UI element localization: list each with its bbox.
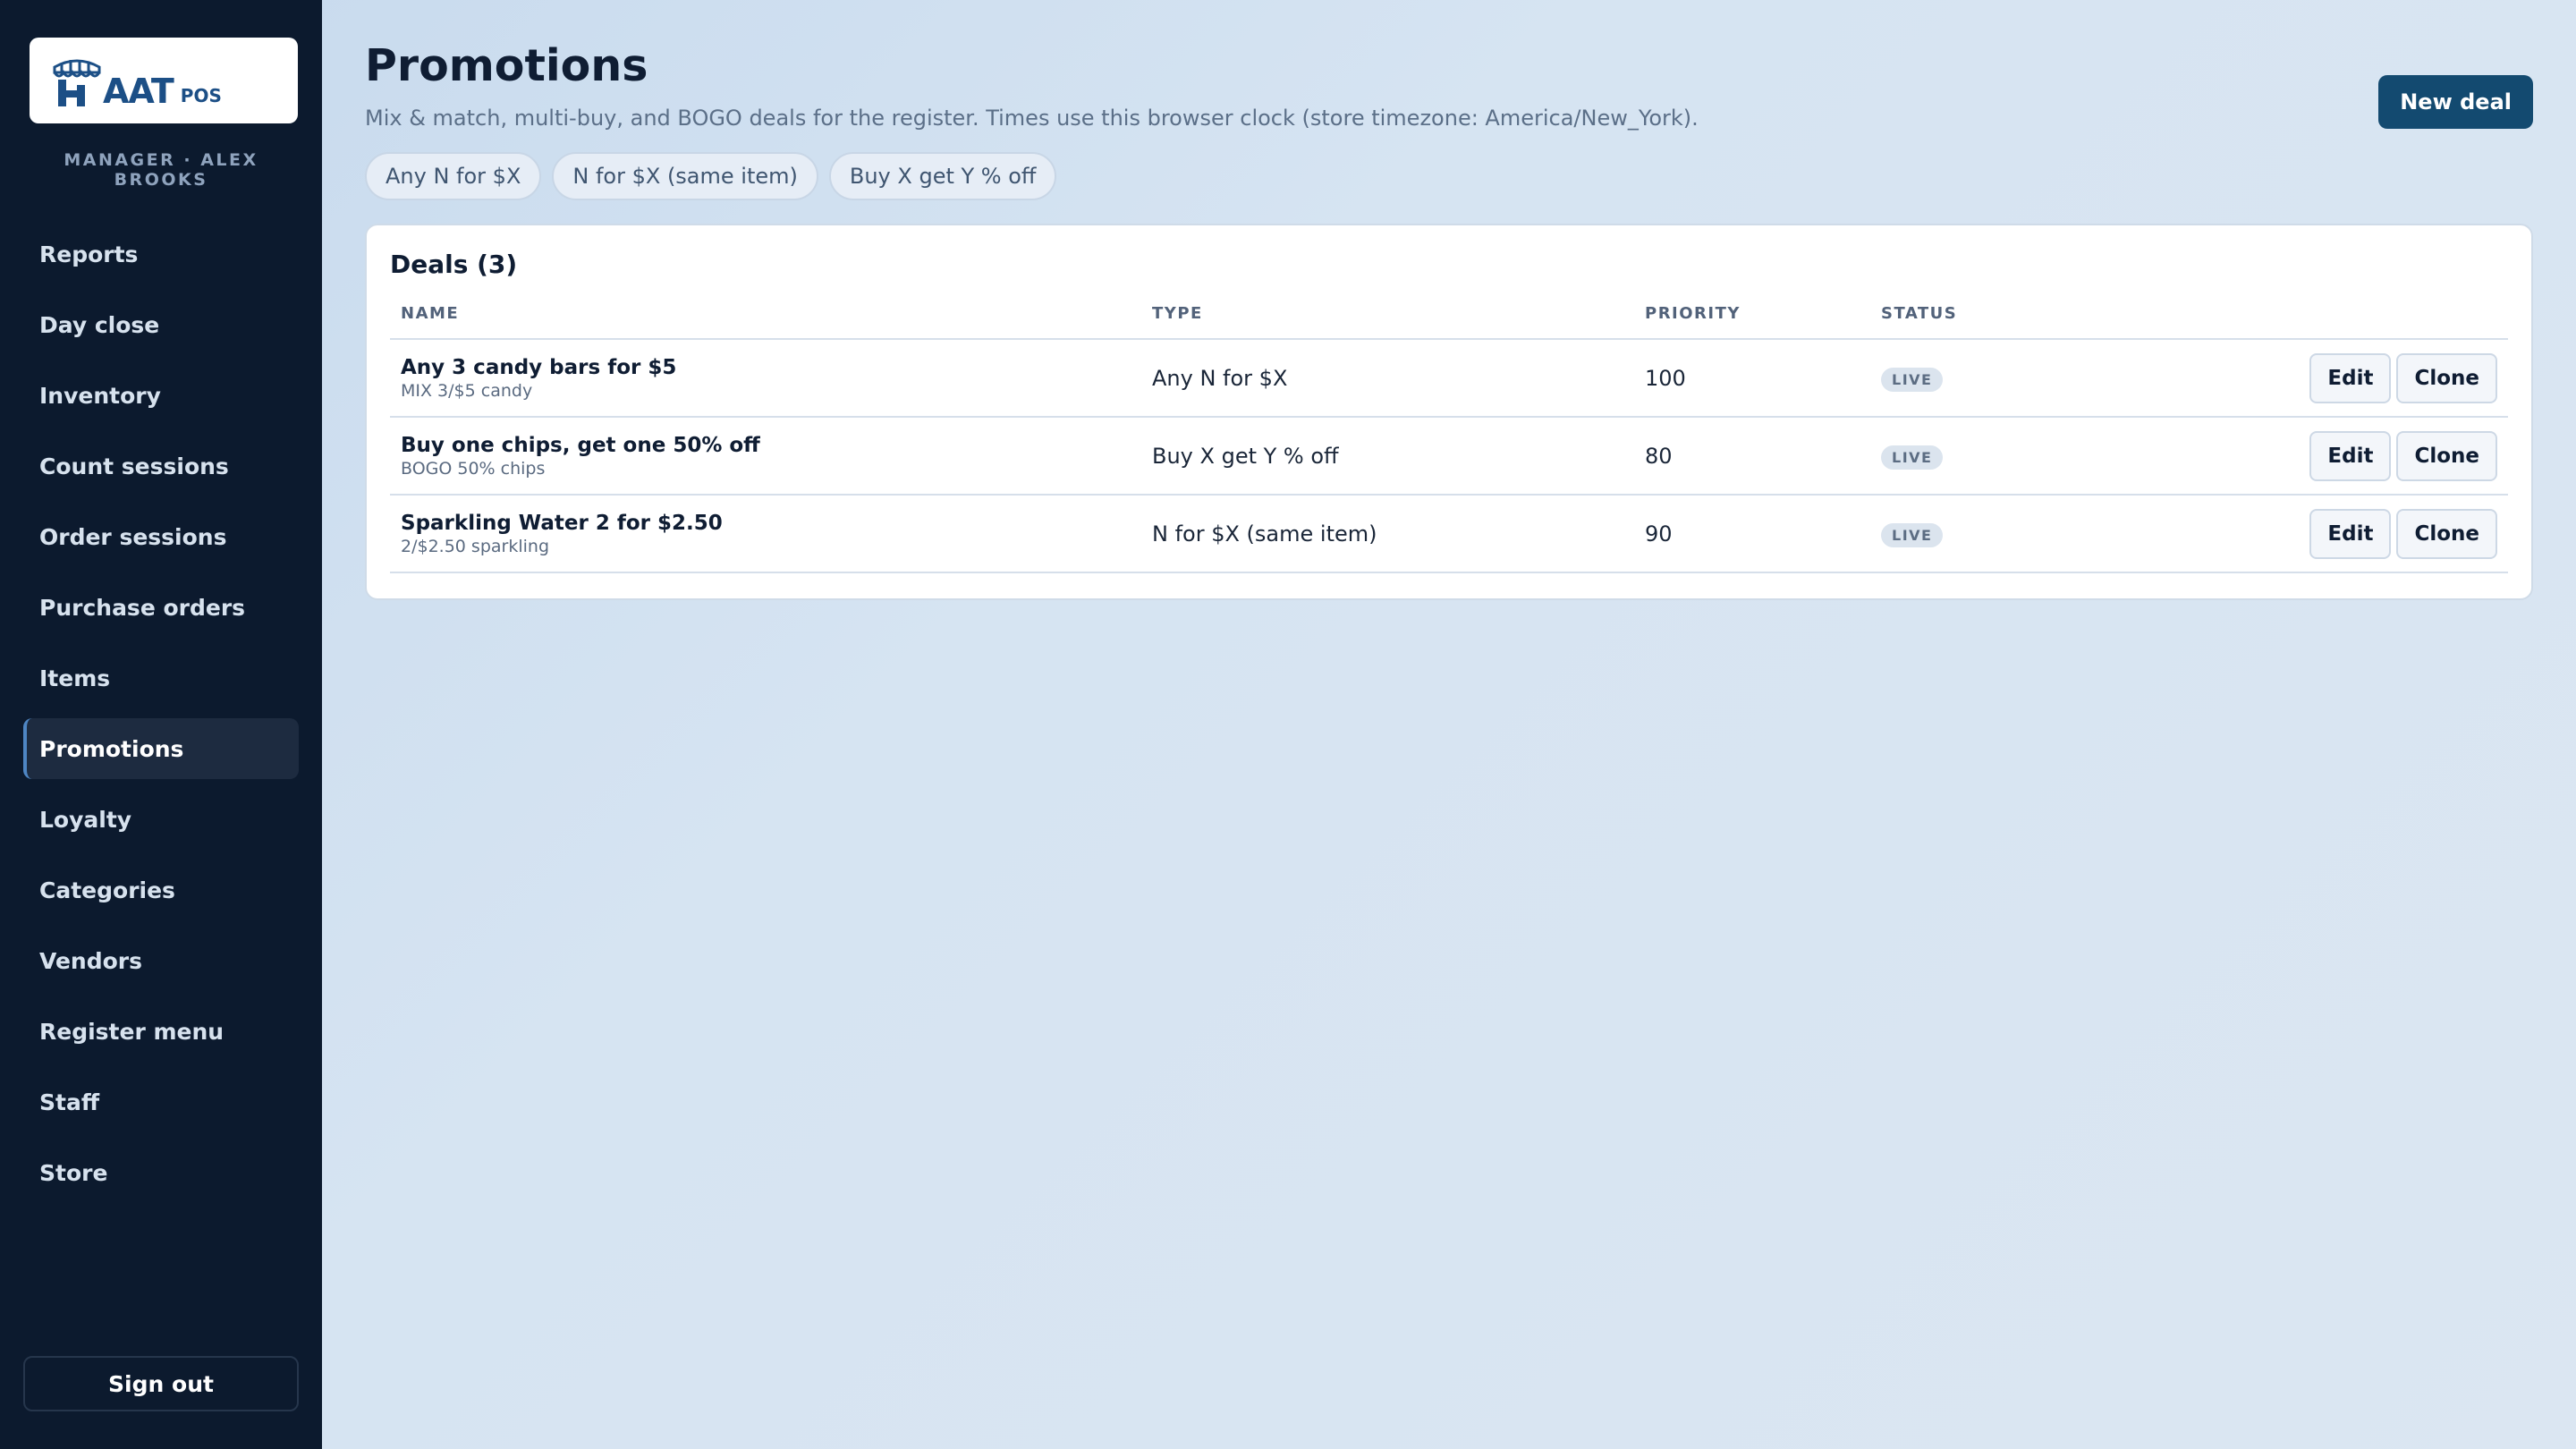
- column-header-actions: [2139, 299, 2508, 340]
- deal-status-cell: LIVE: [1870, 417, 2139, 496]
- logo-wordmark: AAT: [103, 72, 174, 111]
- chip-buy-x-get-y-off[interactable]: Buy X get Y % off: [828, 152, 1057, 200]
- deal-priority: 100: [1634, 339, 1870, 418]
- table-row[interactable]: Any 3 candy bars for $5 MIX 3/$5 candy A…: [390, 339, 2508, 418]
- sidebar-item-inventory[interactable]: Inventory: [23, 365, 299, 426]
- deal-status-cell: LIVE: [1870, 495, 2139, 573]
- chip-any-n-for-x[interactable]: Any N for $X: [365, 152, 542, 200]
- column-header-status: STATUS: [1870, 299, 2139, 340]
- table-header-row: NAME TYPE PRIORITY STATUS: [390, 299, 2508, 340]
- deal-status-cell: LIVE: [1870, 339, 2139, 418]
- sidebar-item-vendors[interactable]: Vendors: [23, 930, 299, 991]
- clone-button[interactable]: Clone: [2396, 352, 2497, 403]
- logo-mark: AAT POS: [51, 53, 222, 108]
- sidebar-item-loyalty[interactable]: Loyalty: [23, 789, 299, 850]
- user-role-label: MANAGER · ALEX BROOKS: [64, 150, 258, 190]
- clone-button[interactable]: Clone: [2396, 508, 2497, 559]
- column-header-name: NAME: [390, 299, 1141, 340]
- chip-n-for-x-same-item[interactable]: N for $X (same item): [552, 152, 818, 200]
- column-header-type: TYPE: [1141, 299, 1634, 340]
- edit-button[interactable]: Edit: [2309, 430, 2392, 481]
- sidebar-item-register-menu[interactable]: Register menu: [23, 1001, 299, 1062]
- deal-type: N for $X (same item): [1141, 495, 1634, 573]
- column-header-priority: PRIORITY: [1634, 299, 1870, 340]
- page-subtitle: Mix & match, multi-buy, and BOGO deals f…: [365, 106, 1699, 131]
- deal-priority: 90: [1634, 495, 1870, 573]
- status-badge: LIVE: [1881, 522, 1944, 547]
- deal-name: Any 3 candy bars for $5: [401, 355, 677, 379]
- storefront-logo-icon: [53, 59, 101, 106]
- deal-name: Sparkling Water 2 for $2.50: [401, 511, 723, 535]
- app-logo[interactable]: AAT POS: [30, 38, 298, 123]
- logo-pos-label: POS: [180, 85, 222, 106]
- deal-name: Buy one chips, get one 50% off: [401, 433, 760, 457]
- row-actions: Edit Clone: [2139, 339, 2508, 418]
- status-badge: LIVE: [1881, 367, 1944, 392]
- sidebar-item-purchase-orders[interactable]: Purchase orders: [23, 577, 299, 638]
- deal-name-cell: Buy one chips, get one 50% off BOGO 50% …: [390, 417, 1141, 496]
- table-row[interactable]: Sparkling Water 2 for $2.50 2/$2.50 spar…: [390, 495, 2508, 573]
- deal-type-chips: Any N for $X N for $X (same item) Buy X …: [365, 152, 2533, 200]
- deal-code: 2/$2.50 sparkling: [401, 536, 549, 556]
- sidebar-item-order-sessions[interactable]: Order sessions: [23, 506, 299, 567]
- deal-priority: 80: [1634, 417, 1870, 496]
- deals-card: Deals (3) NAME TYPE PRIORITY STATUS Any …: [365, 224, 2533, 600]
- edit-button[interactable]: Edit: [2309, 352, 2392, 403]
- sidebar: AAT POS MANAGER · ALEX BROOKS Reports Da…: [0, 0, 322, 1449]
- new-deal-button[interactable]: New deal: [2378, 75, 2533, 129]
- sidebar-item-categories[interactable]: Categories: [23, 860, 299, 920]
- sidebar-item-day-close[interactable]: Day close: [23, 294, 299, 355]
- deals-card-title: Deals (3): [390, 250, 518, 279]
- page-title: Promotions: [365, 40, 648, 91]
- sidebar-item-count-sessions[interactable]: Count sessions: [23, 436, 299, 496]
- row-actions: Edit Clone: [2139, 417, 2508, 496]
- row-actions: Edit Clone: [2139, 495, 2508, 573]
- deal-code: MIX 3/$5 candy: [401, 380, 533, 401]
- sign-out-button[interactable]: Sign out: [23, 1356, 299, 1411]
- table-row[interactable]: Buy one chips, get one 50% off BOGO 50% …: [390, 417, 2508, 496]
- sidebar-item-store[interactable]: Store: [23, 1142, 299, 1203]
- clone-button[interactable]: Clone: [2396, 430, 2497, 481]
- sidebar-item-reports[interactable]: Reports: [23, 224, 299, 284]
- deal-name-cell: Sparkling Water 2 for $2.50 2/$2.50 spar…: [390, 495, 1141, 573]
- sidebar-item-staff[interactable]: Staff: [23, 1072, 299, 1132]
- deal-code: BOGO 50% chips: [401, 458, 546, 479]
- edit-button[interactable]: Edit: [2309, 508, 2392, 559]
- deals-table: NAME TYPE PRIORITY STATUS Any 3 candy ba…: [390, 299, 2508, 573]
- deal-type: Any N for $X: [1141, 339, 1634, 418]
- deal-type: Buy X get Y % off: [1141, 417, 1634, 496]
- status-badge: LIVE: [1881, 445, 1944, 470]
- sidebar-item-items[interactable]: Items: [23, 648, 299, 708]
- main-content: Promotions Mix & match, multi-buy, and B…: [322, 0, 2576, 1449]
- sidebar-item-promotions[interactable]: Promotions: [23, 718, 299, 779]
- sidebar-nav: Reports Day close Inventory Count sessio…: [23, 224, 299, 1213]
- deal-name-cell: Any 3 candy bars for $5 MIX 3/$5 candy: [390, 339, 1141, 418]
